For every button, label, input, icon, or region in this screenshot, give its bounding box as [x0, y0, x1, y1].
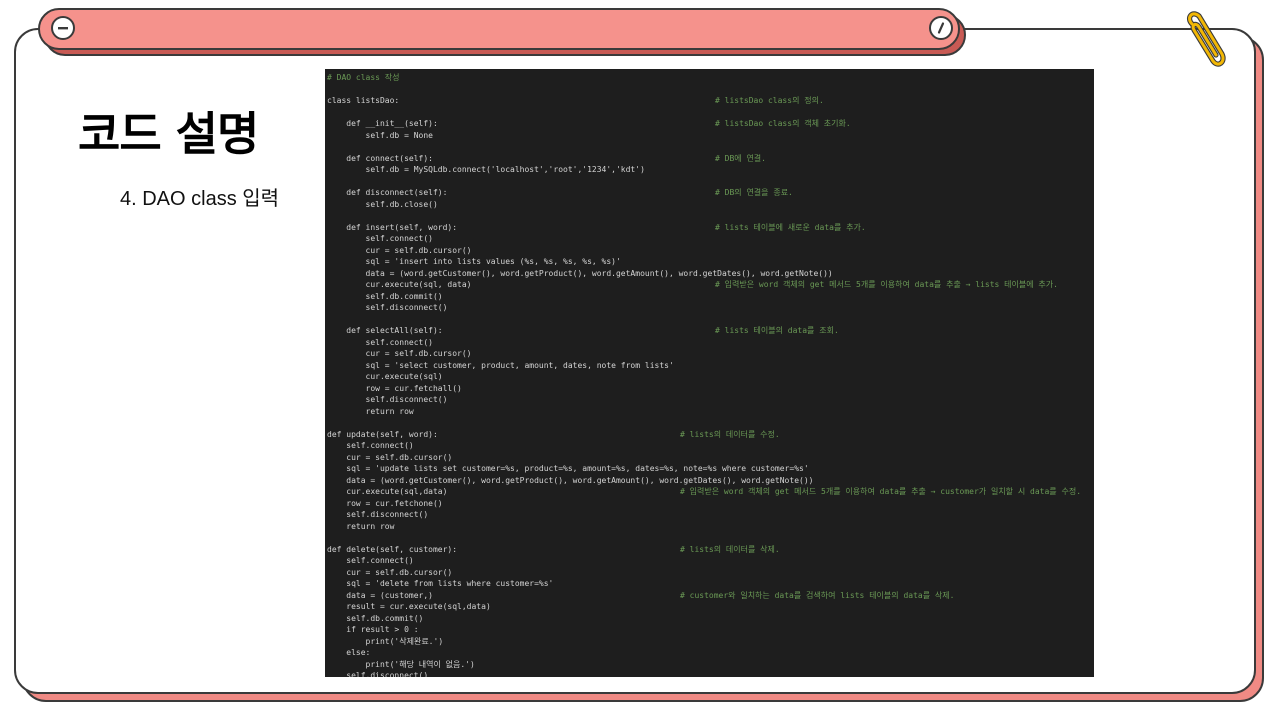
- code-comment: # lists의 데이터를 삭제.: [680, 544, 780, 554]
- code-line: self.disconnect(): [327, 395, 448, 404]
- minus-circle-icon[interactable]: [51, 16, 75, 40]
- code-line: def disconnect(self):: [327, 188, 448, 197]
- code-line: print('해당 내역이 없음.'): [327, 659, 475, 669]
- code-line: self.db = None: [327, 130, 433, 140]
- code-line: self.connect(): [327, 441, 414, 450]
- code-line: self.connect(): [327, 556, 414, 565]
- code-comment: # DB에 연결.: [715, 153, 766, 163]
- code-line: cur.execute(sql): [327, 372, 443, 381]
- code-line: row = cur.fetchone(): [327, 498, 443, 508]
- code-line: if result > 0 :: [327, 625, 419, 634]
- code-line: data = (word.getCustomer(), word.getProd…: [327, 268, 833, 278]
- code-line: row = cur.fetchall(): [327, 383, 462, 393]
- code-line: print('삭제완료.'): [327, 636, 444, 646]
- code-line: cur = self.db.cursor(): [327, 567, 453, 577]
- code-comment: # 입력받은 word 객체의 get 메서드 5개를 이용하여 data를 추…: [680, 487, 1082, 496]
- code-comment: # customer와 일치하는 data를 검색하여 lists 테이블의 d…: [680, 590, 955, 600]
- code-line: cur = self.db.cursor(): [327, 245, 472, 255]
- code-line: class listsDao:: [327, 96, 400, 105]
- code-line: self.disconnect(): [327, 303, 448, 312]
- code-line: self.connect(): [327, 234, 433, 243]
- code-comment: # lists 테이블에 새로운 data를 추가.: [715, 222, 866, 232]
- code-line: self.db.commit(): [327, 613, 424, 623]
- code-line: sql = 'delete from lists where customer=…: [327, 579, 554, 588]
- title-tab: [38, 8, 960, 50]
- code-line: data = (customer,): [327, 590, 433, 600]
- code-line: def insert(self, word):: [327, 222, 458, 232]
- code-line: return row: [327, 521, 395, 531]
- code-line: def connect(self):: [327, 153, 433, 163]
- code-line: self.connect(): [327, 337, 433, 347]
- code-comment: # DB의 연결을 종료.: [715, 188, 793, 197]
- code-line: self.disconnect(): [327, 510, 429, 519]
- code-line: # DAO class 작성: [327, 73, 400, 82]
- code-line: def selectAll(self):: [327, 326, 443, 335]
- code-comment: # listsDao class의 정의.: [715, 96, 824, 105]
- code-line: cur = self.db.cursor(): [327, 452, 453, 462]
- code-line: def update(self, word):: [327, 429, 438, 439]
- paperclip-icon: [1180, 10, 1230, 74]
- slide-title: 코드 설명: [78, 107, 259, 161]
- code-line: self.db = MySQLdb.connect('localhost','r…: [327, 165, 645, 174]
- code-line: cur.execute(sql, data): [327, 280, 472, 289]
- code-comment: # 입력받은 word 객체의 get 메서드 5개를 이용하여 data를 추…: [715, 280, 1058, 289]
- slash-circle-icon[interactable]: [929, 16, 953, 40]
- slide-subtitle: 4. DAO class 입력: [120, 188, 280, 210]
- code-line: def __init__(self):: [327, 119, 438, 128]
- code-line: self.disconnect(): [327, 671, 429, 677]
- code-line: sql = 'select customer, product, amount,…: [327, 360, 674, 370]
- code-line: cur = self.db.cursor(): [327, 349, 472, 358]
- code-line: sql = 'update lists set customer=%s, pro…: [327, 464, 809, 473]
- code-screenshot: # DAO class 작성 class listsDao: # listsDao …: [325, 69, 1094, 677]
- code-line: cur.execute(sql,data): [327, 487, 448, 496]
- code-line: sql = 'insert into lists values (%s, %s,…: [327, 257, 621, 266]
- code-comment: # lists 테이블의 data를 조회.: [715, 326, 839, 335]
- code-line: def delete(self, customer):: [327, 544, 458, 554]
- code-line: return row: [327, 406, 414, 416]
- code-comment: # listsDao class의 객체 초기화.: [715, 119, 851, 128]
- code-line: self.db.close(): [327, 199, 438, 209]
- code-line: self.db.commit(): [327, 291, 443, 301]
- code-line: result = cur.execute(sql,data): [327, 602, 491, 611]
- code-comment: # lists의 데이터를 수정.: [680, 429, 780, 439]
- code-line: data = (word.getCustomer(), word.getProd…: [327, 475, 814, 485]
- code-line: else:: [327, 648, 371, 657]
